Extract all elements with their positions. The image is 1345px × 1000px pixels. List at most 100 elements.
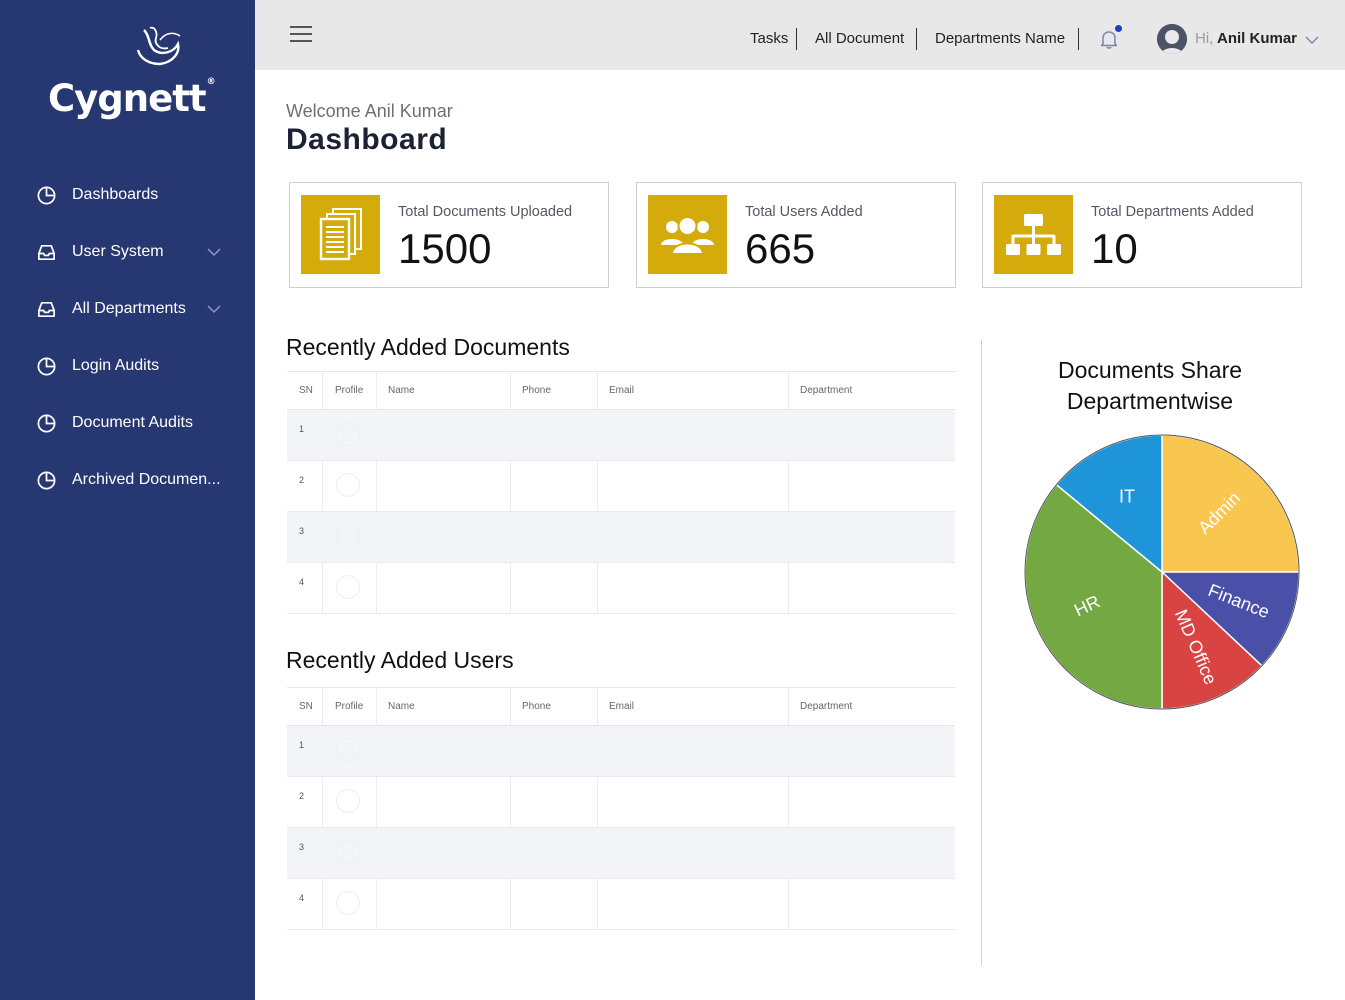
org-chart-icon xyxy=(1006,214,1061,255)
table-header: SN Profile Name Phone Email Department xyxy=(287,372,955,410)
sidebar-item-label: User System xyxy=(72,243,164,260)
page-title: Dashboard xyxy=(286,123,448,156)
row-number: 4 xyxy=(299,577,305,587)
user-silhouette-icon xyxy=(1157,24,1187,54)
welcome-text: Welcome Anil Kumar xyxy=(286,101,453,121)
card-icon-box xyxy=(994,195,1073,274)
avatar xyxy=(336,789,360,813)
card-icon-box xyxy=(648,195,727,274)
sidebar-item-label: Dashboards xyxy=(72,186,159,203)
greeting-text: Hi, xyxy=(1195,30,1214,47)
table-row[interactable]: 2 xyxy=(287,777,955,828)
table-row[interactable]: 3 xyxy=(287,512,955,563)
documents-icon xyxy=(319,208,362,261)
notification-badge xyxy=(1115,25,1122,32)
inbox-icon xyxy=(38,301,55,318)
card-value: 665 xyxy=(745,225,816,272)
row-number: 3 xyxy=(299,526,305,536)
avatar xyxy=(336,891,360,915)
recent-users-title: Recently Added Users xyxy=(286,647,514,673)
top-bar: Tasks All Document Departments Name Hi, … xyxy=(255,0,1345,70)
divider xyxy=(796,28,797,50)
avatar xyxy=(336,473,360,497)
card-label: Total Users Added xyxy=(745,204,863,220)
column-header[interactable]: Email xyxy=(609,701,634,712)
users-icon xyxy=(661,216,714,255)
table-row[interactable]: 2 xyxy=(287,461,955,512)
chevron-down-icon[interactable] xyxy=(206,303,222,315)
sidebar-item-dashboards[interactable]: Dashboards xyxy=(0,167,255,224)
row-number: 3 xyxy=(299,842,305,852)
column-header[interactable]: Phone xyxy=(522,385,551,396)
sidebar: Cygnett® Dashboards User System All Depa… xyxy=(0,0,255,1000)
column-header[interactable]: Department xyxy=(800,385,852,396)
swan-logo-icon xyxy=(136,26,181,66)
row-number: 1 xyxy=(299,424,305,434)
column-header[interactable]: Department xyxy=(800,701,852,712)
column-header[interactable]: Name xyxy=(388,385,415,396)
chevron-down-icon[interactable] xyxy=(206,246,222,258)
nav-link-all-document[interactable]: All Document xyxy=(815,30,904,47)
recent-documents-title: Recently Added Documents xyxy=(286,334,570,360)
card-value: 10 xyxy=(1091,225,1138,272)
column-header[interactable]: Profile xyxy=(335,385,363,396)
pie-chart-icon xyxy=(37,357,56,376)
divider xyxy=(981,340,982,965)
avatar xyxy=(336,738,360,762)
sidebar-item-label: Archived Documen... xyxy=(72,471,221,488)
column-header[interactable]: Email xyxy=(609,385,634,396)
table-row[interactable]: 4 xyxy=(287,879,955,930)
pie-chart-icon xyxy=(37,186,56,205)
recent-users-table: SN Profile Name Phone Email Department 1… xyxy=(287,687,955,930)
row-number: 2 xyxy=(299,791,305,801)
chart-title: Documents Share Departmentwise xyxy=(990,355,1310,417)
user-name[interactable]: Anil Kumar xyxy=(1217,30,1297,47)
divider xyxy=(916,28,917,50)
sidebar-item-document-audits[interactable]: Document Audits xyxy=(0,395,255,452)
card-value: 1500 xyxy=(398,225,492,272)
cygnett-logo[interactable]: Cygnett® xyxy=(40,22,216,122)
inbox-icon xyxy=(38,244,55,261)
trademark-mark: ® xyxy=(206,77,216,87)
sidebar-item-label: All Departments xyxy=(72,300,186,317)
table-row[interactable]: 4 xyxy=(287,563,955,614)
divider xyxy=(1078,28,1079,50)
documents-share-pie-chart: AdminFinanceMD OfficeHRIT xyxy=(1024,434,1300,710)
table-row[interactable]: 3 xyxy=(287,828,955,879)
avatar xyxy=(336,422,360,446)
column-header[interactable]: Name xyxy=(388,701,415,712)
card-label: Total Departments Added xyxy=(1091,204,1254,220)
row-number: 4 xyxy=(299,893,305,903)
avatar[interactable] xyxy=(1157,24,1187,54)
sidebar-item-label: Document Audits xyxy=(72,414,193,431)
table-row[interactable]: 1 xyxy=(287,410,955,461)
sidebar-item-login-audits[interactable]: Login Audits xyxy=(0,338,255,395)
stat-card-departments: Total Departments Added 10 xyxy=(982,182,1302,288)
recent-documents-table: SN Profile Name Phone Email Department 1… xyxy=(287,371,955,614)
table-row[interactable]: 1 xyxy=(287,726,955,777)
nav-link-tasks[interactable]: Tasks xyxy=(750,30,788,47)
nav-link-departments-name[interactable]: Departments Name xyxy=(935,30,1065,47)
logo-text: Cygnett xyxy=(48,77,207,120)
column-header[interactable]: SN xyxy=(299,701,313,712)
pie-chart-icon xyxy=(37,471,56,490)
row-number: 2 xyxy=(299,475,305,485)
row-number: 1 xyxy=(299,740,305,750)
pie-slice-label: IT xyxy=(1119,486,1135,506)
card-icon-box xyxy=(301,195,380,274)
pie-chart-icon xyxy=(37,414,56,433)
stat-card-users: Total Users Added 665 xyxy=(636,182,956,288)
chevron-down-icon[interactable] xyxy=(1305,35,1319,45)
column-header[interactable]: Profile xyxy=(335,701,363,712)
avatar xyxy=(336,840,360,864)
sidebar-item-archived-documents[interactable]: Archived Documen... xyxy=(0,452,255,509)
avatar xyxy=(336,575,360,599)
column-header[interactable]: SN xyxy=(299,385,313,396)
sidebar-item-label: Login Audits xyxy=(72,357,160,374)
chart-title-line: Documents Share xyxy=(1057,357,1243,383)
sidebar-item-user-system[interactable]: User System xyxy=(0,224,255,281)
column-header[interactable]: Phone xyxy=(522,701,551,712)
menu-toggle-icon[interactable] xyxy=(290,26,312,44)
sidebar-item-all-departments[interactable]: All Departments xyxy=(0,281,255,338)
card-label: Total Documents Uploaded xyxy=(398,204,573,220)
